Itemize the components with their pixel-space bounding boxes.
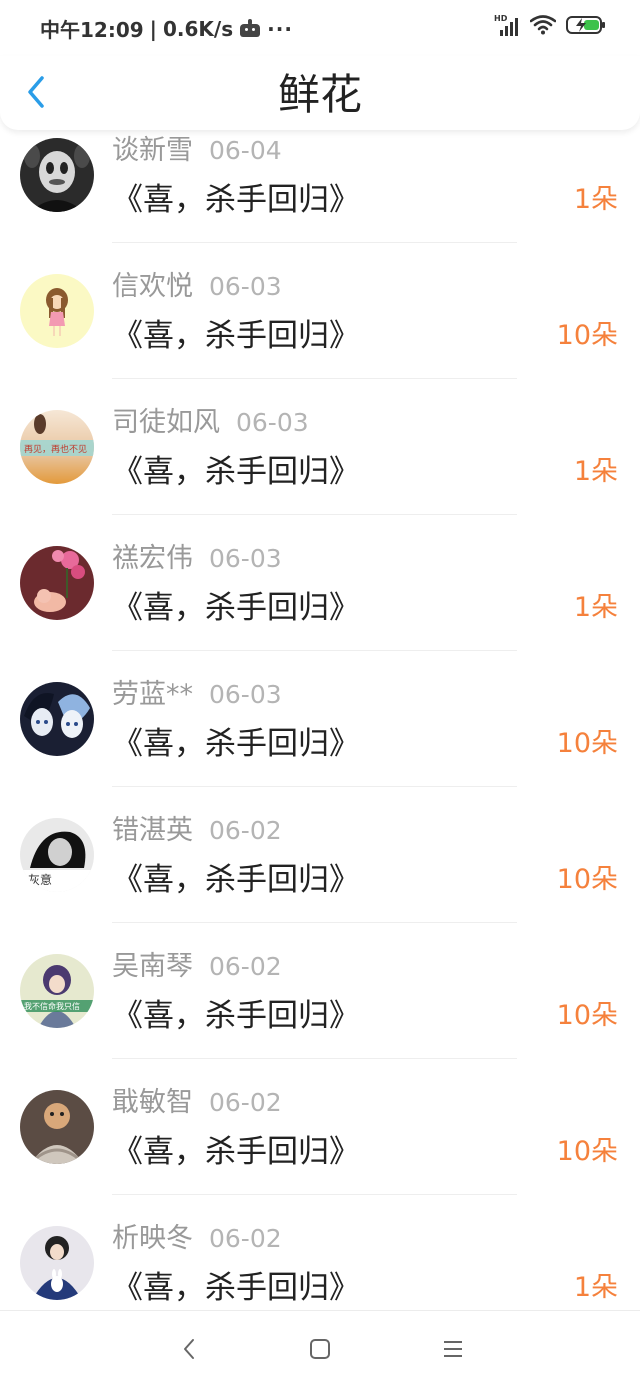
item-name: 吴南琴 06-02 bbox=[112, 950, 282, 984]
wifi-icon bbox=[530, 15, 556, 35]
work-title[interactable]: 《喜，杀手回归》 bbox=[112, 996, 360, 1036]
nav-menu-icon bbox=[444, 1341, 462, 1357]
nav-home-button[interactable] bbox=[302, 1333, 338, 1365]
header-bar: 鲜花 bbox=[0, 56, 640, 130]
avatar-text: 我不信命我只信 bbox=[24, 1001, 80, 1011]
list-item[interactable]: 劳蓝** 06-03 《喜，杀手回归》 10朵 bbox=[0, 674, 640, 810]
sender-name: 吴南琴 bbox=[112, 951, 193, 982]
flower-count: 10朵 bbox=[556, 864, 618, 895]
status-separator: | bbox=[149, 16, 157, 41]
robot-notification-icon bbox=[239, 18, 261, 39]
flower-count: 10朵 bbox=[556, 728, 618, 759]
avatar[interactable] bbox=[20, 1090, 94, 1164]
avatar[interactable]: 我不信命我只信 bbox=[20, 954, 94, 1028]
avatar[interactable]: 再见，再也不见 bbox=[20, 410, 94, 484]
work-title[interactable]: 《喜，杀手回归》 bbox=[112, 860, 360, 900]
avatar[interactable] bbox=[20, 274, 94, 348]
flower-count: 10朵 bbox=[556, 1136, 618, 1167]
avatar-text: 灰意 bbox=[28, 872, 52, 887]
item-name: 析映冬 06-02 bbox=[112, 1222, 282, 1256]
item-name: 劳蓝** 06-03 bbox=[112, 678, 282, 712]
work-title[interactable]: 《喜，杀手回归》 bbox=[112, 1268, 360, 1308]
divider bbox=[112, 922, 517, 923]
nav-menu-button[interactable] bbox=[435, 1333, 471, 1365]
avatar-text: 再见，再也不见 bbox=[24, 443, 87, 455]
status-right: HD bbox=[494, 14, 606, 36]
send-date: 06-03 bbox=[209, 272, 282, 301]
list-item[interactable]: 我不信命我只信 吴南琴 06-02 《喜，杀手回归》 10朵 bbox=[0, 946, 640, 1082]
work-title[interactable]: 《喜，杀手回归》 bbox=[112, 724, 360, 764]
work-title[interactable]: 《喜，杀手回归》 bbox=[112, 588, 360, 628]
item-name: 错湛英 06-02 bbox=[112, 814, 282, 848]
divider bbox=[112, 1194, 517, 1195]
flower-count: 10朵 bbox=[556, 320, 618, 351]
avatar[interactable] bbox=[20, 138, 94, 212]
list-item[interactable]: 信欢悦 06-03 《喜，杀手回归》 10朵 bbox=[0, 266, 640, 402]
sender-name: 析映冬 bbox=[112, 1223, 193, 1254]
flower-count: 10朵 bbox=[556, 1000, 618, 1031]
divider bbox=[112, 514, 517, 515]
list-item[interactable]: 禚宏伟 06-03 《喜，杀手回归》 1朵 bbox=[0, 538, 640, 674]
item-name: 司徒如风 06-03 bbox=[112, 406, 309, 440]
battery-charging-icon bbox=[566, 16, 605, 34]
sender-name: 信欢悦 bbox=[112, 271, 193, 302]
nav-back-icon bbox=[184, 1339, 194, 1359]
send-date: 06-03 bbox=[209, 680, 282, 709]
send-date: 06-02 bbox=[209, 1224, 282, 1253]
send-date: 06-03 bbox=[236, 408, 309, 437]
flower-count: 1朵 bbox=[573, 1272, 618, 1303]
send-date: 06-02 bbox=[209, 816, 282, 845]
divider bbox=[112, 1058, 517, 1059]
flower-list: 谈新雪 06-04 《喜，杀手回归》 1朵 信欢悦 06-03 《喜，杀手回归》… bbox=[0, 130, 640, 1310]
status-net-speed: 0.6K/s bbox=[162, 16, 234, 41]
sender-name: 司徒如风 bbox=[112, 407, 220, 438]
sender-name: 错湛英 bbox=[112, 815, 193, 846]
nav-home-icon bbox=[310, 1339, 330, 1359]
send-date: 06-04 bbox=[209, 136, 282, 165]
system-nav-bar bbox=[0, 1310, 640, 1387]
nav-back-button[interactable] bbox=[171, 1333, 207, 1365]
send-date: 06-03 bbox=[209, 544, 282, 573]
list-item[interactable]: 谈新雪 06-04 《喜，杀手回归》 1朵 bbox=[0, 130, 640, 266]
signal-hd-label: HD bbox=[494, 14, 508, 23]
item-name: 信欢悦 06-03 bbox=[112, 270, 282, 304]
send-date: 06-02 bbox=[209, 1088, 282, 1117]
signal-icon: HD bbox=[494, 14, 520, 36]
list-item[interactable]: 再见，再也不见 司徒如风 06-03 《喜，杀手回归》 1朵 bbox=[0, 402, 640, 538]
sender-name: 禚宏伟 bbox=[112, 543, 193, 574]
divider bbox=[112, 650, 517, 651]
sender-name: 劳蓝** bbox=[112, 679, 193, 710]
status-left: 中午12:09 | 0.6K/s ··· bbox=[40, 14, 293, 43]
avatar[interactable] bbox=[20, 546, 94, 620]
more-notifications-icon: ··· bbox=[267, 16, 293, 41]
avatar[interactable]: 灰意 bbox=[20, 818, 94, 892]
item-name: 谈新雪 06-04 bbox=[112, 134, 282, 168]
list-item[interactable]: 析映冬 06-02 《喜，杀手回归》 1朵 bbox=[0, 1218, 640, 1310]
status-bar: 中午12:09 | 0.6K/s ··· HD bbox=[0, 0, 640, 56]
flower-count: 1朵 bbox=[573, 456, 618, 487]
page-title: 鲜花 bbox=[277, 70, 362, 119]
work-title[interactable]: 《喜，杀手回归》 bbox=[112, 316, 360, 356]
list-item[interactable]: 戢敏智 06-02 《喜，杀手回归》 10朵 bbox=[0, 1082, 640, 1218]
avatar[interactable] bbox=[20, 682, 94, 756]
send-date: 06-02 bbox=[209, 952, 282, 981]
flower-count: 1朵 bbox=[573, 592, 618, 623]
work-title[interactable]: 《喜，杀手回归》 bbox=[112, 1132, 360, 1172]
divider bbox=[112, 242, 517, 243]
list-item[interactable]: 灰意 错湛英 06-02 《喜，杀手回归》 10朵 bbox=[0, 810, 640, 946]
work-title[interactable]: 《喜，杀手回归》 bbox=[112, 180, 360, 220]
status-time: 中午12:09 bbox=[40, 18, 144, 42]
work-title[interactable]: 《喜，杀手回归》 bbox=[112, 452, 360, 492]
sender-name: 戢敏智 bbox=[112, 1087, 193, 1118]
item-name: 戢敏智 06-02 bbox=[112, 1086, 282, 1120]
flower-count: 1朵 bbox=[573, 184, 618, 215]
sender-name: 谈新雪 bbox=[112, 135, 193, 166]
app-root: 中午12:09 | 0.6K/s ··· HD 鲜花 谈新雪 06-04 《喜，… bbox=[0, 0, 640, 1387]
divider bbox=[112, 786, 517, 787]
avatar[interactable] bbox=[20, 1226, 94, 1300]
divider bbox=[112, 378, 517, 379]
item-name: 禚宏伟 06-03 bbox=[112, 542, 282, 576]
